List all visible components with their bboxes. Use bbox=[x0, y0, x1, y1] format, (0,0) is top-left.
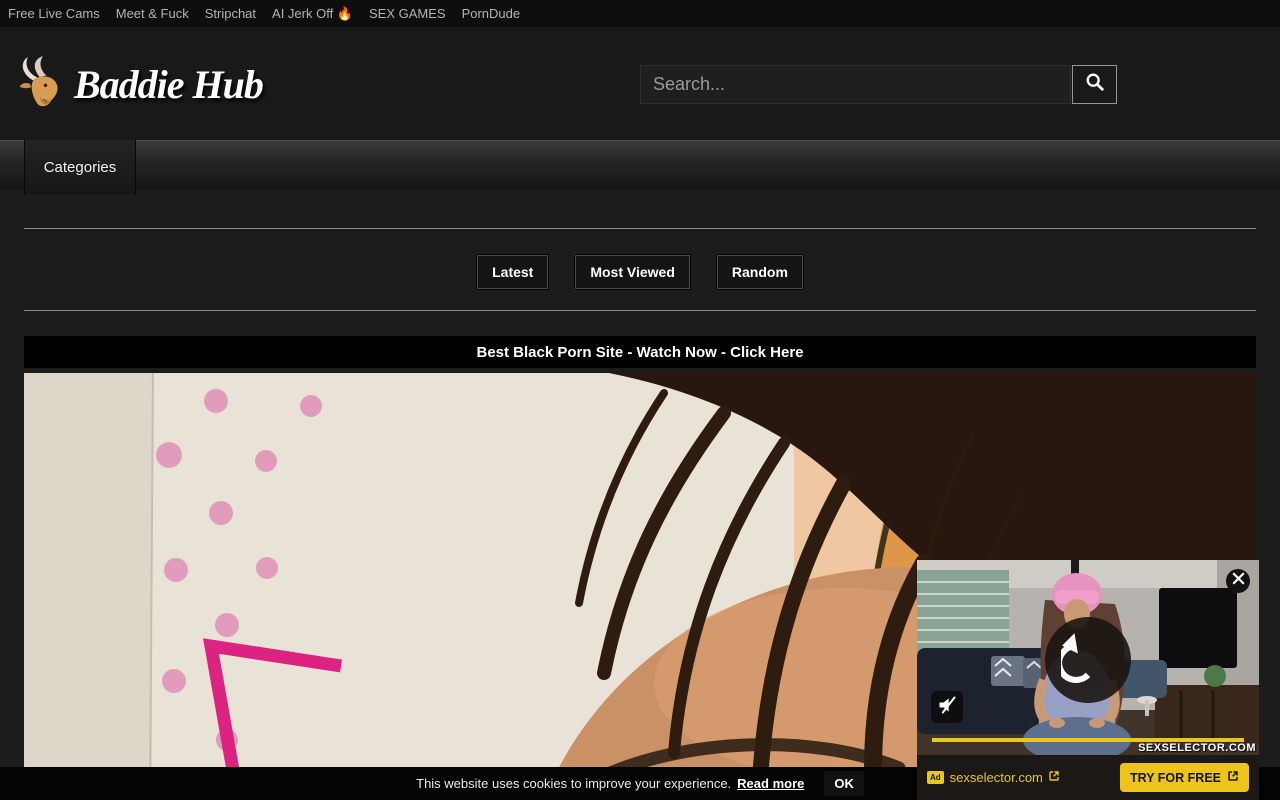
main-nav bbox=[0, 140, 1280, 190]
search-button[interactable] bbox=[1072, 65, 1117, 104]
filter-random-button[interactable]: Random bbox=[717, 255, 803, 289]
text-ad-label: Best Black Porn Site - Watch Now - Click… bbox=[476, 344, 803, 361]
text-ad-banner[interactable]: Best Black Porn Site - Watch Now - Click… bbox=[24, 336, 1256, 368]
unmute-button[interactable] bbox=[931, 691, 963, 723]
goat-icon bbox=[18, 55, 68, 114]
advertiser-domain: sexselector.com bbox=[950, 770, 1043, 785]
search-icon bbox=[1085, 72, 1105, 97]
toplink-free-live-cams[interactable]: Free Live Cams bbox=[8, 6, 100, 21]
toplink-ai-jerk-off[interactable]: AI Jerk Off 🔥 bbox=[272, 6, 353, 22]
toplink-stripchat[interactable]: Stripchat bbox=[205, 6, 256, 21]
ad-badge: Ad bbox=[927, 771, 944, 784]
search-input[interactable] bbox=[640, 65, 1071, 104]
ad-video-player[interactable]: SEXSELECTOR.COM bbox=[917, 560, 1259, 755]
ad-info-bar: Ad sexselector.com TRY FOR FREE bbox=[917, 755, 1259, 800]
replay-icon bbox=[1061, 631, 1115, 690]
toplink-porndude[interactable]: PornDude bbox=[462, 6, 521, 21]
cookie-ok-button[interactable]: OK bbox=[824, 771, 864, 796]
toplink-meet-and-fuck[interactable]: Meet & Fuck bbox=[116, 6, 189, 21]
cookie-message: This website uses cookies to improve you… bbox=[416, 776, 731, 791]
brand-name: Baddie Hub bbox=[74, 61, 263, 108]
ad-close-button[interactable] bbox=[1226, 569, 1250, 593]
external-link-icon bbox=[1048, 770, 1060, 785]
advertiser-link[interactable]: sexselector.com bbox=[950, 770, 1060, 785]
categories-label: Categories bbox=[44, 159, 117, 176]
divider-bottom bbox=[24, 310, 1256, 311]
site-header: Baddie Hub bbox=[0, 27, 1280, 140]
replay-button[interactable] bbox=[1045, 617, 1131, 703]
site-logo[interactable]: Baddie Hub bbox=[18, 55, 263, 114]
toplink-sex-games[interactable]: SEX GAMES bbox=[369, 6, 446, 21]
search-form bbox=[640, 65, 1117, 104]
try-for-free-button[interactable]: TRY FOR FREE bbox=[1120, 763, 1249, 792]
divider-top bbox=[24, 228, 1256, 229]
cta-label: TRY FOR FREE bbox=[1130, 771, 1221, 785]
top-links-bar: Free Live Cams Meet & Fuck Stripchat AI … bbox=[0, 0, 1280, 27]
nav-item-categories[interactable]: Categories bbox=[24, 140, 136, 195]
filter-latest-button[interactable]: Latest bbox=[477, 255, 548, 289]
page: Free Live Cams Meet & Fuck Stripchat AI … bbox=[0, 0, 1280, 800]
video-ad-overlay: SEXSELECTOR.COM Ad sexselector.com bbox=[917, 560, 1259, 800]
sort-filter-row: Latest Most Viewed Random bbox=[0, 255, 1280, 289]
muted-speaker-icon bbox=[937, 695, 957, 720]
cookie-read-more-link[interactable]: Read more bbox=[737, 776, 804, 791]
close-icon bbox=[1232, 572, 1245, 590]
filter-most-viewed-button[interactable]: Most Viewed bbox=[575, 255, 690, 289]
video-watermark: SEXSELECTOR.COM bbox=[1138, 742, 1256, 754]
cta-external-link-icon bbox=[1227, 770, 1239, 785]
